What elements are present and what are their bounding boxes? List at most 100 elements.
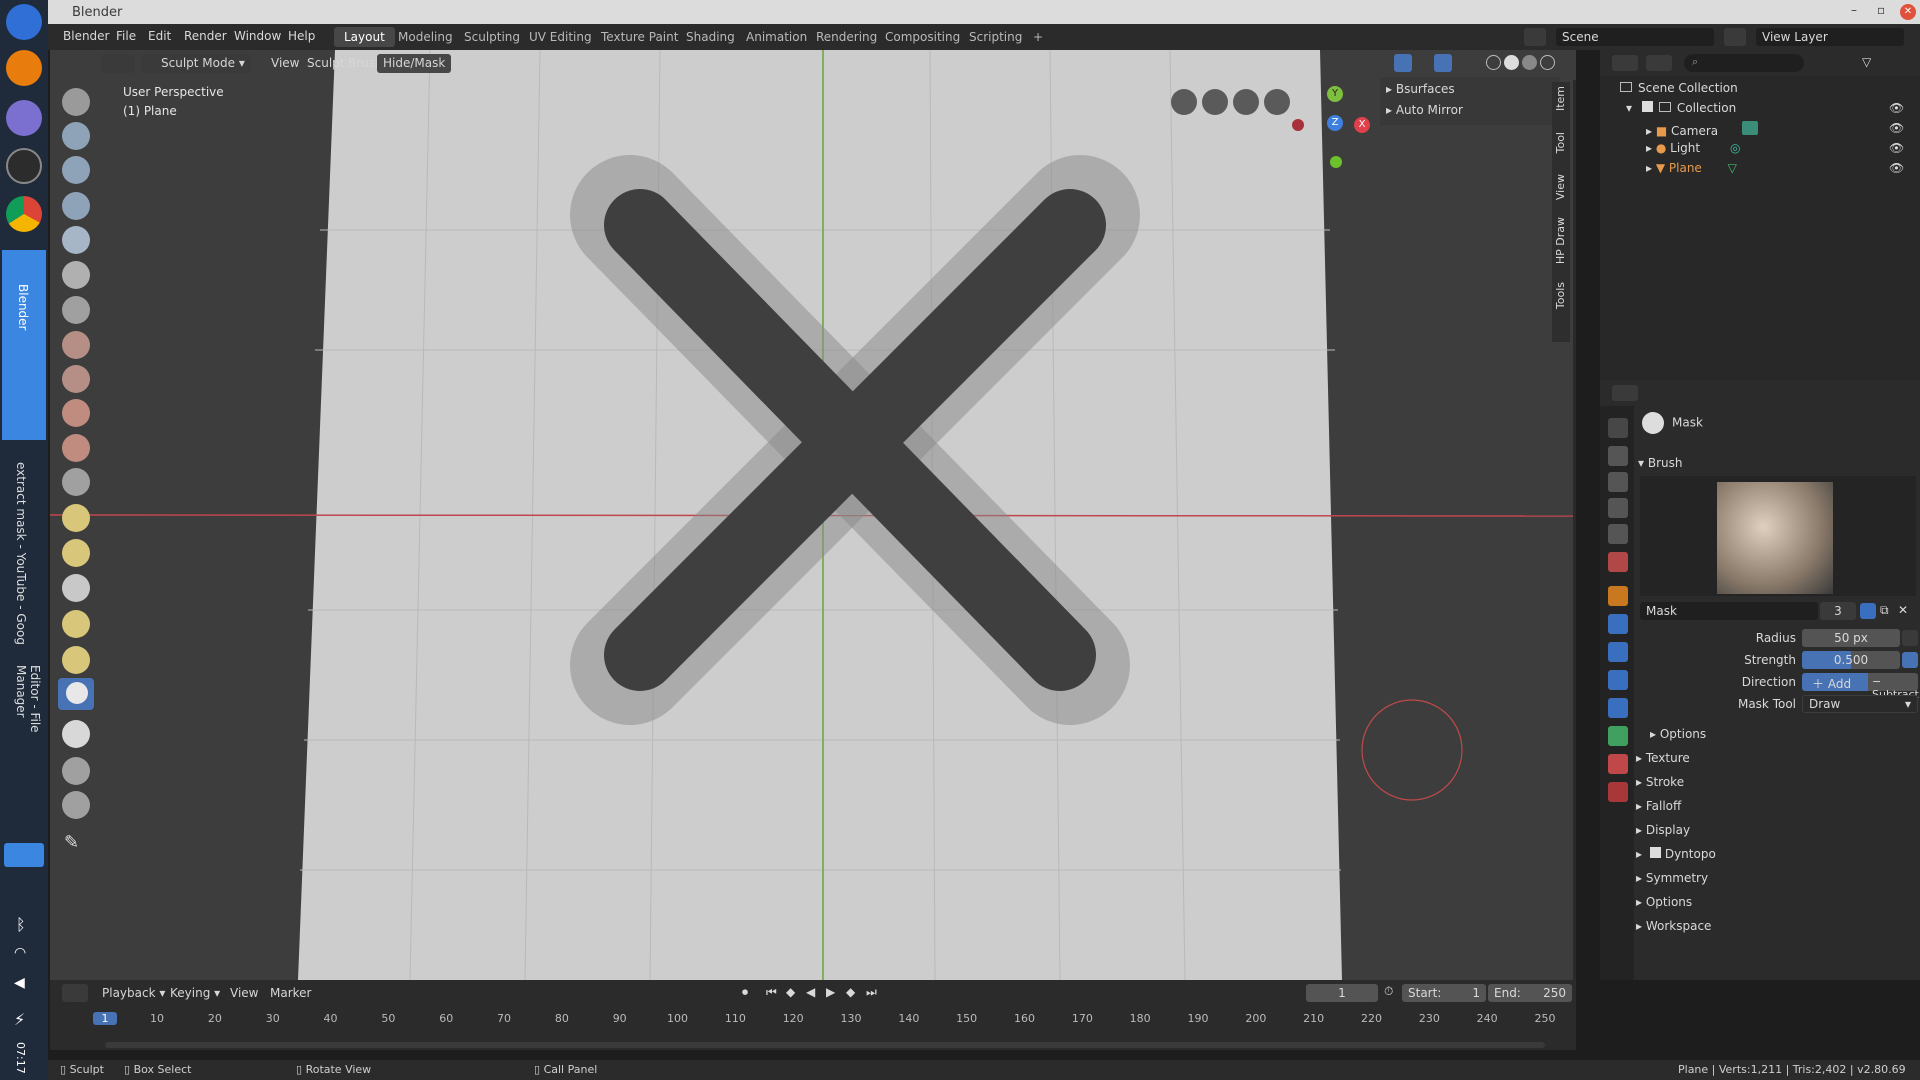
data-tab-icon[interactable]	[1608, 726, 1628, 746]
dyntopo-checkbox[interactable]	[1649, 847, 1661, 858]
editor-type-icon[interactable]	[101, 54, 135, 73]
simplify-brush-icon[interactable]	[62, 720, 90, 748]
gizmo-z-axis[interactable]: Z	[1327, 115, 1343, 131]
physics-tab-icon[interactable]	[1608, 670, 1628, 690]
radius-pressure-icon[interactable]	[1902, 630, 1918, 646]
menu-keying[interactable]: Keying ▾	[164, 984, 226, 1003]
prev-keyframe-icon[interactable]: ◆	[786, 985, 795, 999]
section-symmetry[interactable]: ▸ Symmetry	[1636, 871, 1708, 885]
editor-type-icon[interactable]	[62, 984, 88, 1002]
solid-shading-icon[interactable]	[1504, 55, 1519, 70]
strength-slider[interactable]: 0.500	[1802, 651, 1900, 669]
maximize-icon[interactable]: ▫	[1877, 3, 1885, 17]
navigation-gizmo[interactable]: Y Z X	[1292, 86, 1372, 168]
duplicate-icon[interactable]: ⧉	[1880, 603, 1889, 618]
direction-add-button[interactable]: ＋ Add	[1802, 673, 1868, 691]
direction-subtract-button[interactable]: − Subtract	[1868, 673, 1919, 701]
smooth-brush-icon[interactable]	[62, 365, 90, 393]
nudge-brush-icon[interactable]	[62, 646, 90, 674]
material-tab-icon[interactable]	[1608, 754, 1628, 774]
brush-users-count[interactable]: 3	[1820, 602, 1856, 620]
draw-brush-icon[interactable]	[62, 88, 90, 116]
rendered-shading-icon[interactable]	[1540, 55, 1555, 70]
tab-animation[interactable]: Animation	[736, 27, 817, 47]
light-data-icon[interactable]: ◎	[1730, 141, 1740, 155]
tool-tab-icon[interactable]	[1608, 418, 1628, 438]
modifier-tab-icon[interactable]	[1608, 614, 1628, 634]
outliner-row-collection[interactable]: ▾ Collection 👁	[1626, 101, 1906, 115]
jump-start-icon[interactable]: ⏮	[766, 985, 777, 1000]
draw-sharp-brush-icon[interactable]	[62, 122, 90, 150]
section-texture[interactable]: ▸ Texture	[1636, 751, 1690, 765]
tab-layout[interactable]: Layout	[334, 27, 395, 47]
fill-brush-icon[interactable]	[62, 434, 90, 462]
active-workspace-indicator[interactable]	[4, 843, 44, 867]
clay-strips-brush-icon[interactable]	[62, 192, 90, 220]
brush-thumbnail[interactable]	[1717, 482, 1833, 594]
box-mask-icon[interactable]	[62, 757, 90, 785]
files-app-icon[interactable]	[6, 100, 42, 136]
grab-brush-icon[interactable]	[62, 539, 90, 567]
section-stroke[interactable]: ▸ Stroke	[1636, 775, 1684, 789]
wireframe-shading-icon[interactable]	[1486, 55, 1501, 70]
bluetooth-icon[interactable]: ᛒ	[16, 915, 26, 934]
tab-shading[interactable]: Shading	[676, 27, 745, 47]
thumb-brush-icon[interactable]	[62, 610, 90, 638]
brush-section-header[interactable]: ▾ Brush	[1638, 456, 1682, 470]
scene-icon[interactable]	[1524, 28, 1546, 46]
output-tab-icon[interactable]	[1608, 472, 1628, 492]
gizmo-neg-y-dot[interactable]	[1330, 156, 1342, 168]
menu-file[interactable]: File	[116, 29, 136, 43]
view-layer-icon[interactable]	[1724, 28, 1746, 46]
stopwatch-icon[interactable]: ⏱	[1384, 984, 1393, 999]
tab-tool[interactable]: Tool	[1554, 132, 1567, 153]
world-tab-icon[interactable]	[1608, 552, 1628, 572]
panel-auto-mirror[interactable]: ▸ Auto Mirror	[1386, 103, 1463, 117]
render-tab-icon[interactable]	[1608, 446, 1628, 466]
viewport-canvas[interactable]	[50, 50, 1576, 980]
gizmo-neg-x-dot[interactable]	[1292, 119, 1304, 131]
3d-viewport[interactable]: Sculpt Mode ▾ View Sculpt Brush Hide/Mas…	[50, 50, 1576, 980]
zoom-icon[interactable]	[1264, 89, 1290, 115]
task-label[interactable]: Editor - File Manager	[14, 665, 42, 785]
box-hide-icon[interactable]	[62, 791, 90, 819]
end-frame-field[interactable]: End: 250	[1488, 984, 1572, 1002]
current-frame-field[interactable]: 1	[1306, 984, 1378, 1002]
chrome-icon[interactable]	[6, 196, 42, 232]
menu-hide-mask[interactable]: Hide/Mask	[377, 54, 452, 73]
play-reverse-icon[interactable]: ◀	[806, 985, 815, 999]
fake-user-icon[interactable]	[1860, 603, 1876, 619]
volume-icon[interactable]: ◀	[14, 975, 25, 991]
unlink-icon[interactable]: ✕	[1898, 603, 1908, 617]
menu-window[interactable]: Window	[234, 29, 281, 43]
scrape-brush-icon[interactable]	[62, 468, 90, 496]
tab-tools[interactable]: Tools	[1554, 282, 1567, 309]
overlay-toggle-icon[interactable]	[1434, 54, 1452, 72]
particles-tab-icon[interactable]	[1608, 642, 1628, 662]
section-options[interactable]: ▸ Options	[1636, 895, 1692, 909]
menu-render[interactable]: Render	[184, 29, 227, 43]
add-workspace-button[interactable]: +	[1023, 27, 1053, 47]
terminal-icon[interactable]	[6, 148, 42, 184]
view-layer-tab-icon[interactable]	[1608, 498, 1628, 518]
tab-scripting[interactable]: Scripting	[959, 27, 1032, 47]
mask-tool-dropdown[interactable]: Draw ▾	[1802, 695, 1918, 713]
jump-end-icon[interactable]: ⏭	[866, 985, 877, 1000]
mode-dropdown[interactable]: Sculpt Mode ▾	[141, 54, 251, 73]
editor-type-icon[interactable]	[1612, 55, 1638, 71]
tab-item[interactable]: Item	[1554, 86, 1567, 111]
crease-brush-icon[interactable]	[62, 331, 90, 359]
blob-brush-icon[interactable]	[62, 296, 90, 324]
menu-help[interactable]: Help	[288, 29, 315, 43]
section-falloff[interactable]: ▸ Falloff	[1636, 799, 1681, 813]
tab-view[interactable]: View	[1554, 174, 1567, 200]
wifi-icon[interactable]: ◠	[14, 945, 26, 961]
camera-data-icon[interactable]	[1741, 121, 1758, 135]
camera-view-icon[interactable]	[1202, 89, 1228, 115]
annotate-icon[interactable]: ✎	[64, 832, 79, 853]
tab-uv-editing[interactable]: UV Editing	[519, 27, 602, 47]
menu-marker[interactable]: Marker	[264, 984, 317, 1003]
tab-compositing[interactable]: Compositing	[875, 27, 970, 47]
scene-tab-icon[interactable]	[1608, 524, 1628, 544]
tab-hp-draw[interactable]: HP Draw	[1554, 217, 1567, 264]
